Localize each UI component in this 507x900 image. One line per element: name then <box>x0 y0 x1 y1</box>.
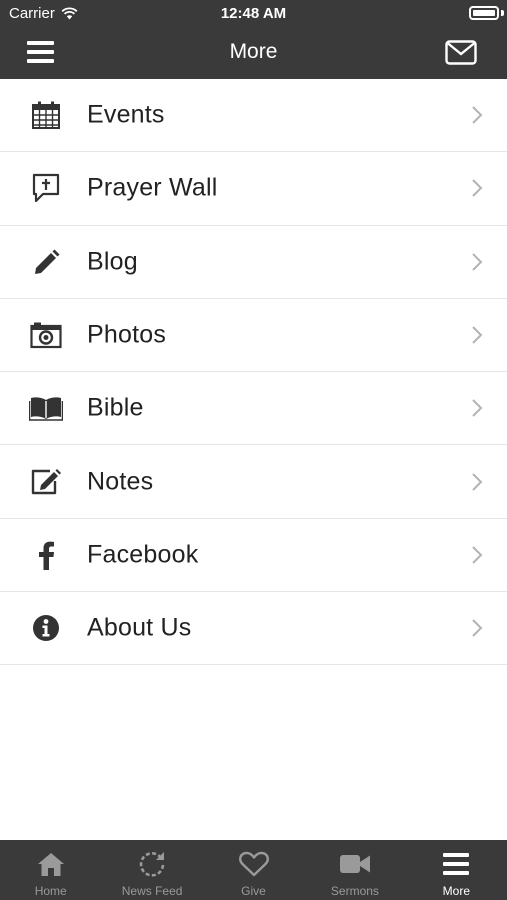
chevron-right-icon <box>472 399 483 418</box>
menu-item-notes[interactable]: Notes <box>0 445 507 519</box>
tab-label: News Feed <box>121 884 183 898</box>
tab-give[interactable]: Give <box>203 840 304 900</box>
more-menu-list: Events Prayer Wall Blog Photos Bible Not… <box>0 79 507 666</box>
battery-tip <box>501 10 504 16</box>
menu-item-bible[interactable]: Bible <box>0 372 507 446</box>
heart-icon <box>238 850 270 878</box>
calendar-icon <box>28 100 64 130</box>
prayer-bubble-icon <box>28 173 64 203</box>
tab-more[interactable]: More <box>406 840 507 900</box>
tab-home[interactable]: Home <box>0 840 101 900</box>
chevron-right-icon <box>472 106 483 124</box>
chevron-right-icon <box>472 619 483 637</box>
tab-sermons[interactable]: Sermons <box>304 840 405 900</box>
camera-icon <box>28 320 64 350</box>
tab-news-feed[interactable]: News Feed <box>101 840 202 900</box>
envelope-icon[interactable] <box>445 40 477 65</box>
battery-level <box>473 10 495 16</box>
chevron-right-icon <box>472 253 483 271</box>
menu-item-label: Photos <box>87 320 167 349</box>
menu-item-label: Events <box>87 100 165 129</box>
tab-label: Give <box>241 884 266 898</box>
status-bar: Carrier 12:48 AM <box>0 0 507 26</box>
more-screen: Carrier 12:48 AM More Events Prayer Wall… <box>0 0 507 900</box>
home-icon <box>35 850 67 878</box>
refresh-icon <box>136 850 168 878</box>
tab-bar: Home News Feed Give Sermons More <box>0 840 507 900</box>
page-title: More <box>229 40 278 63</box>
menu-item-label: Bible <box>87 393 144 422</box>
menu-item-prayer-wall[interactable]: Prayer Wall <box>0 152 507 226</box>
menu-item-blog[interactable]: Blog <box>0 225 507 299</box>
status-time: 12:48 AM <box>220 5 287 22</box>
chevron-right-icon <box>472 326 483 344</box>
top-bar: Carrier 12:48 AM More <box>0 0 507 79</box>
chevron-right-icon <box>472 472 483 491</box>
menu-item-label: About Us <box>87 613 192 642</box>
hamburger-icon <box>440 850 472 878</box>
menu-item-events[interactable]: Events <box>0 79 507 153</box>
menu-item-photos[interactable]: Photos <box>0 298 507 373</box>
chevron-right-icon <box>472 179 483 198</box>
battery-icon <box>469 6 499 20</box>
pencil-icon <box>28 247 64 277</box>
tab-label: Sermons <box>330 884 379 898</box>
open-book-icon <box>28 393 64 423</box>
menu-item-facebook[interactable]: Facebook <box>0 518 507 593</box>
edit-note-icon <box>28 467 64 497</box>
menu-item-label: Blog <box>87 247 138 276</box>
menu-item-label: Prayer Wall <box>87 173 218 202</box>
info-icon <box>28 613 64 643</box>
navigation-bar: More <box>0 26 507 79</box>
menu-item-label: Facebook <box>87 540 199 569</box>
tab-label: More <box>442 884 470 898</box>
menu-item-label: Notes <box>87 467 154 496</box>
menu-item-about-us[interactable]: About Us <box>0 592 507 666</box>
video-camera-icon <box>339 850 371 878</box>
facebook-icon <box>28 540 64 570</box>
tab-label: Home <box>34 884 67 898</box>
chevron-right-icon <box>472 546 483 564</box>
